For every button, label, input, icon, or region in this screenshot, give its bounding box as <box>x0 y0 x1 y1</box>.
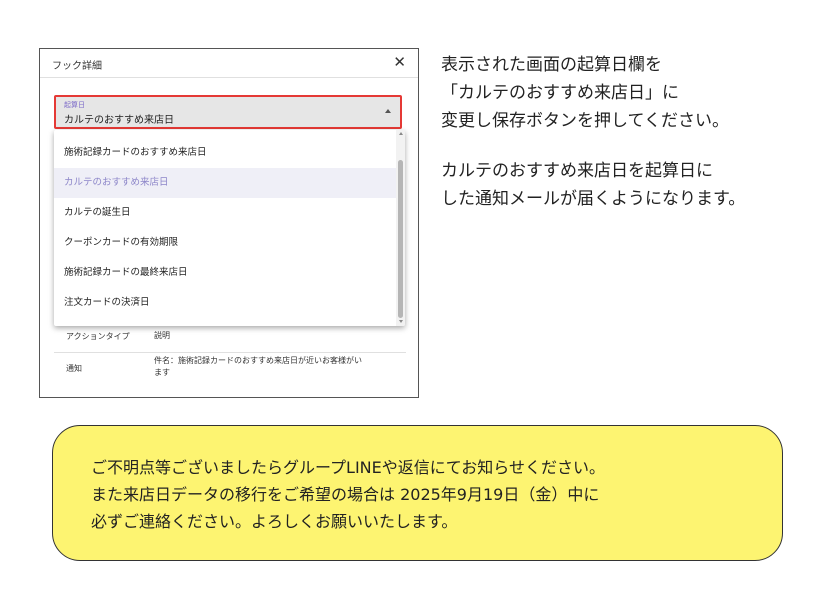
action-type-label: アクションタイプ <box>66 332 130 341</box>
instruction-line: した通知メールが届くようになります。 <box>441 189 746 209</box>
scroll-up-icon[interactable] <box>399 132 403 135</box>
dropdown-option[interactable]: カルテの誕生日 <box>54 198 396 228</box>
select-label: 起算日 <box>64 101 85 109</box>
notification-subject-line2: ます <box>154 368 170 377</box>
close-icon[interactable]: ✕ <box>393 53 406 71</box>
notification-subject-line1: 件名：施術記録カードのおすすめ来店日が近いお客様がい <box>154 356 362 365</box>
scroll-down-icon[interactable] <box>399 320 403 323</box>
dropdown-option-selected[interactable]: カルテのおすすめ来店日 <box>54 168 396 198</box>
dropdown-option[interactable]: 施術記録カードの最終来店日 <box>54 258 396 288</box>
notice-line: ご不明点等ございましたらグループLINEや返信にてお知らせください。 <box>91 458 605 477</box>
select-value: カルテのおすすめ来店日 <box>64 115 174 126</box>
dialog-title: フック詳細 <box>52 61 102 72</box>
caret-up-icon <box>385 109 391 113</box>
start-date-select[interactable]: 起算日 カルテのおすすめ来店日 <box>54 95 402 129</box>
dropdown-option[interactable]: 施術記録カードのおすすめ来店日 <box>54 138 396 168</box>
notice-box: ご不明点等ございましたらグループLINEや返信にてお知らせください。 また来店日… <box>52 425 783 561</box>
notification-label: 通知 <box>66 364 82 373</box>
divider <box>40 77 418 78</box>
action-type-value: 説明 <box>154 331 170 340</box>
instruction-line: 表示された画面の起算日欄を <box>441 55 662 75</box>
dropdown-option[interactable]: 注文カードの決済日 <box>54 288 396 318</box>
select-dropdown-menu: 施術記録カードのおすすめ来店日 カルテのおすすめ来店日 カルテの誕生日 クーポン… <box>54 130 405 326</box>
scrollbar-thumb[interactable] <box>398 160 403 318</box>
notice-line: 必ずご連絡ください。よろしくお願いいたします。 <box>91 512 458 531</box>
instruction-line: 「カルテのおすすめ来店日」に <box>441 83 679 103</box>
instruction-line: 変更し保存ボタンを押してください。 <box>441 111 729 131</box>
dropdown-option[interactable]: クーポンカードの有効期限 <box>54 228 396 258</box>
notice-line: また来店日データの移行をご希望の場合は 2025年9月19日（金）中に <box>91 485 600 504</box>
hook-detail-dialog: フック詳細 ✕ アクションタイプ 説明 通知 件名：施術記録カードのおすすめ来店… <box>39 48 419 398</box>
divider <box>54 352 406 353</box>
dropdown-scrollbar[interactable] <box>396 130 405 326</box>
instruction-line: カルテのおすすめ来店日を起算日に <box>441 161 713 181</box>
